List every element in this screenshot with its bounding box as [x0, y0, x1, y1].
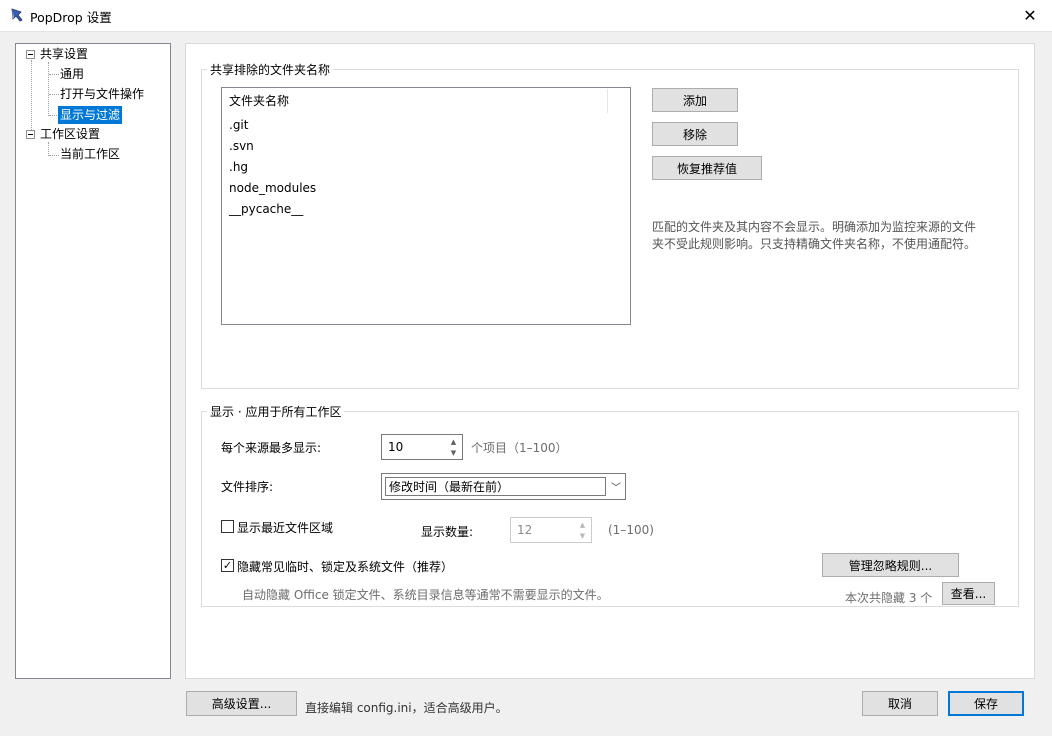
tree-connector	[31, 60, 32, 134]
list-item[interactable]: .hg	[229, 157, 248, 177]
title-bar	[0, 0, 1052, 31]
close-icon[interactable]: ✕	[1008, 0, 1052, 31]
chevron-down-icon: ﹀	[611, 483, 621, 494]
hide-system-checkbox[interactable]: ✓	[221, 559, 234, 572]
display-group-title: 显示 · 应用于所有工作区	[207, 403, 345, 420]
chevron-down-icon[interactable]: ▼	[446, 447, 461, 458]
chevron-up-icon[interactable]: ▲	[446, 436, 461, 447]
tree-item-open-ops[interactable]: 打开与文件操作	[58, 85, 146, 103]
excluded-description-line2: 夹不受此规则影响。只支持精确文件夹名称，不使用通配符。	[652, 237, 977, 251]
advanced-hint: 直接编辑 config.ini，适合高级用户。	[305, 701, 508, 715]
tree-item-shared[interactable]: 共享设置	[38, 45, 90, 63]
add-button[interactable]: 添加	[652, 88, 738, 112]
save-button[interactable]: 保存	[948, 691, 1024, 716]
recent-files-label[interactable]: 显示最近文件区域	[237, 519, 333, 536]
tree-item-workspace[interactable]: 工作区设置	[38, 125, 102, 143]
max-items-value: 10	[388, 440, 404, 454]
excluded-group-title: 共享排除的文件夹名称	[207, 61, 334, 78]
view-hidden-button[interactable]: 查看...	[942, 582, 995, 605]
window-title: PopDrop 设置	[30, 10, 112, 25]
recent-files-checkbox[interactable]	[221, 520, 234, 533]
chevron-down-icon[interactable]: ▼	[575, 530, 590, 541]
advanced-settings-button[interactable]: 高级设置...	[186, 691, 297, 716]
display-group	[201, 411, 1019, 607]
max-items-label: 每个来源最多显示:	[221, 441, 322, 455]
count-stepper[interactable]: 12 ▲ ▼	[510, 517, 592, 543]
sort-select[interactable]: 修改时间（最新在前） ﹀	[381, 473, 626, 500]
max-items-unit: 个项目（1–100）	[471, 441, 568, 455]
tree-item-display-filter[interactable]: 显示与过滤	[58, 106, 123, 124]
list-item[interactable]: .git	[229, 115, 248, 135]
remove-button[interactable]: 移除	[652, 122, 738, 146]
tree-item-current-workspace[interactable]: 当前工作区	[58, 145, 122, 163]
sort-selected-value: 修改时间（最新在前）	[385, 477, 606, 496]
list-item[interactable]: __pycache__	[229, 199, 303, 219]
title-bar-divider	[0, 31, 1052, 32]
hide-description: 自动隐藏 Office 锁定文件、系统目录信息等通常不需要显示的文件。	[242, 588, 609, 602]
hidden-count: 本次共隐藏 3 个	[845, 591, 933, 605]
manage-rules-button[interactable]: 管理忽略规则...	[822, 553, 959, 577]
list-item[interactable]: node_modules	[229, 178, 316, 198]
count-label: 显示数量:	[421, 525, 474, 539]
folder-list[interactable]: 文件夹名称 .git .svn .hg node_modules __pycac…	[221, 87, 631, 325]
list-item[interactable]: .svn	[229, 136, 254, 156]
settings-tree[interactable]: 共享设置 通用 打开与文件操作 显示与过滤 工作区设置 当前工作区	[15, 43, 171, 679]
max-items-stepper[interactable]: 10 ▲ ▼	[381, 434, 463, 460]
cancel-button[interactable]: 取消	[862, 691, 938, 716]
restore-defaults-button[interactable]: 恢复推荐值	[652, 156, 762, 180]
hide-system-label[interactable]: 隐藏常见临时、锁定及系统文件（推荐）	[237, 558, 453, 575]
collapse-icon[interactable]	[26, 50, 35, 59]
tree-connector	[48, 142, 49, 156]
app-icon	[9, 7, 25, 23]
sort-label: 文件排序:	[221, 480, 274, 494]
excluded-description-line1: 匹配的文件夹及其内容不会显示。明确添加为监控来源的文件	[652, 220, 977, 234]
collapse-icon[interactable]	[26, 130, 35, 139]
column-header[interactable]: 文件夹名称	[223, 89, 608, 113]
tree-connector	[48, 62, 49, 116]
tree-item-general[interactable]: 通用	[58, 65, 86, 83]
chevron-up-icon[interactable]: ▲	[575, 519, 590, 530]
count-range: (1–100)	[608, 523, 654, 537]
count-value: 12	[517, 523, 533, 537]
